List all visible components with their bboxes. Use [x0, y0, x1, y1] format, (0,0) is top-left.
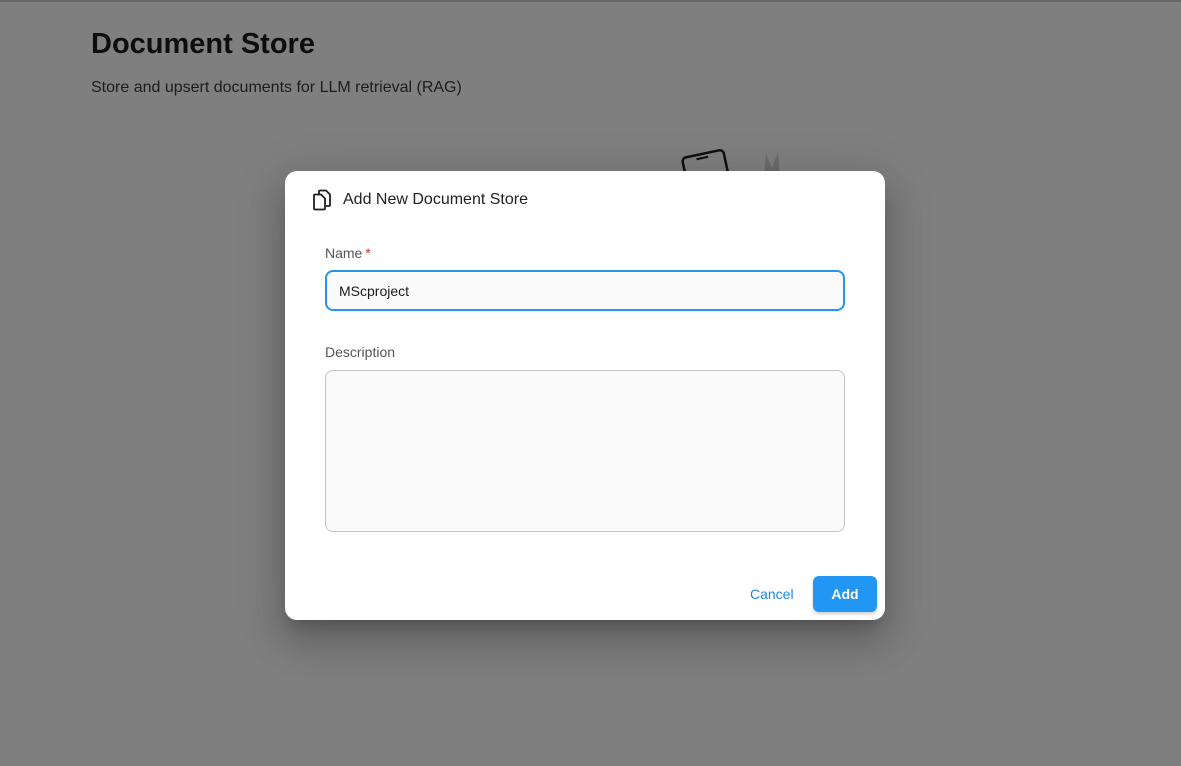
name-label: Name *: [325, 245, 371, 261]
description-input[interactable]: [325, 370, 845, 532]
description-label: Description: [325, 344, 396, 360]
dialog-header: Add New Document Store: [312, 189, 528, 211]
files-icon: [312, 189, 332, 211]
required-marker: *: [365, 245, 371, 261]
add-button[interactable]: Add: [813, 576, 877, 612]
name-input[interactable]: [325, 270, 845, 311]
add-document-store-dialog: Add New Document Store Name* Description…: [285, 171, 885, 620]
dialog-title: Add New Document Store: [343, 191, 528, 208]
name-label-text: Name: [325, 245, 363, 261]
cancel-button[interactable]: Cancel: [742, 577, 802, 611]
